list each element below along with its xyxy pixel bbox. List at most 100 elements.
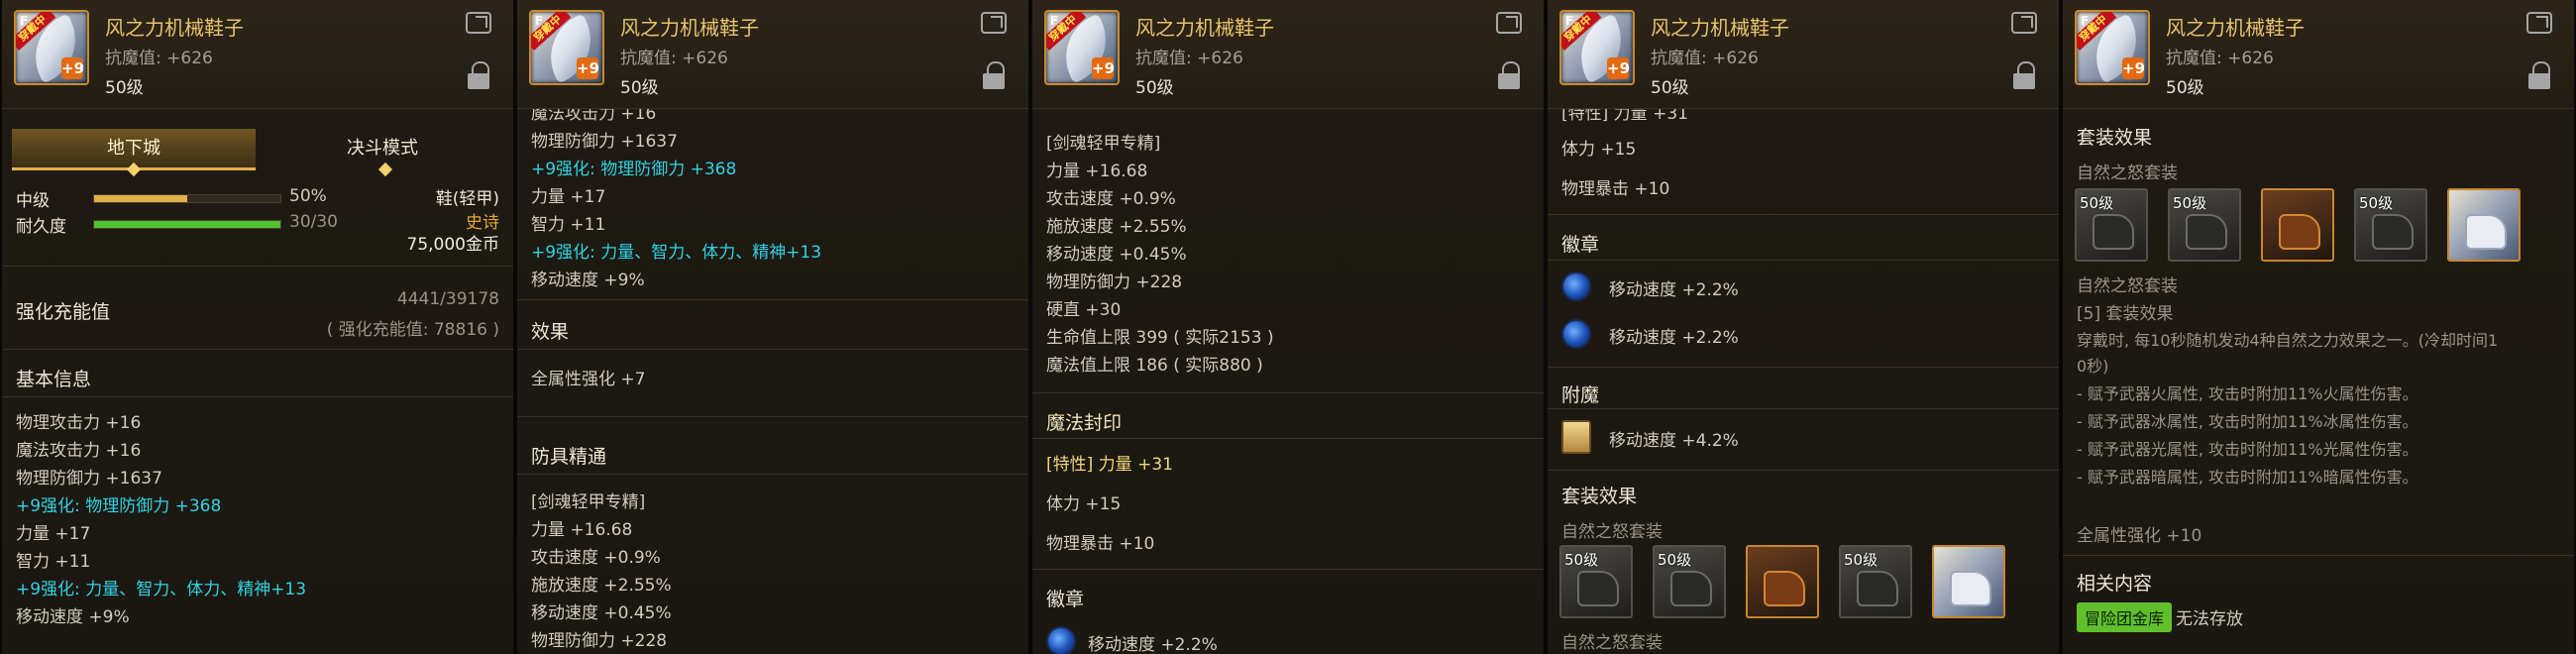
blue-emblem-icon	[1046, 626, 1076, 654]
magic-resist: 抗魔值: +626	[1135, 49, 1243, 68]
item-name: 风之力机械鞋子	[620, 16, 759, 40]
set-effect: - 赋予武器火属性, 攻击时附加11%火属性伤害。	[2077, 384, 2418, 403]
set-slot-armor[interactable]: 50级	[1653, 545, 1726, 618]
enchant-line: 移动速度 +4.2%	[1609, 431, 1739, 451]
set-desc: 穿戴时, 每10秒随机发动4种自然之力效果之一。(冷却时间1	[2077, 331, 2499, 350]
lock-icon[interactable]	[2528, 61, 2550, 89]
set-slot-belt[interactable]: 50级	[2354, 188, 2427, 262]
item-name: 风之力机械鞋子	[1135, 16, 1274, 40]
mastery-title: 防具精通	[531, 446, 607, 468]
mastery-tag: [剑魂轻甲专精]	[1046, 134, 1161, 154]
set-name-cut: 自然之怒套装	[1561, 633, 1663, 653]
stat-line: 物理暴击 +10	[1561, 179, 1670, 199]
grade-label: 中级	[16, 191, 50, 211]
set-title: 套装效果	[2077, 127, 2153, 149]
grade-bar	[93, 194, 281, 203]
set-slot-belt[interactable]: 50级	[1839, 545, 1912, 618]
mastery-line: 施放速度 +2.55%	[531, 576, 672, 596]
stat-line: 体力 +15	[1561, 140, 1637, 160]
mastery-line: 攻击速度 +0.9%	[531, 548, 661, 568]
all-attr-line: 全属性强化 +10	[2077, 526, 2202, 546]
emblem-line: 移动速度 +2.2%	[1609, 280, 1739, 300]
mastery-tag: [剑魂轻甲专精]	[531, 492, 646, 512]
set-slot-helmet[interactable]: 50级	[2075, 188, 2148, 262]
item-header: 穿戴中 F +9 风之力机械鞋子 抗魔值: +626 50级	[517, 0, 1028, 109]
mastery-line: 攻击速度 +0.9%	[1046, 189, 1176, 209]
share-icon[interactable]	[2526, 12, 2552, 34]
item-level: 50级	[620, 78, 659, 98]
set-name: 自然之怒套装	[1561, 522, 1663, 542]
durability-label: 耐久度	[16, 217, 66, 237]
charge-label: 强化充能值	[16, 301, 111, 323]
share-icon[interactable]	[981, 12, 1007, 34]
related-title: 相关内容	[2077, 573, 2153, 595]
set-title: 套装效果	[1561, 486, 1638, 507]
item-header: 穿戴中 F +9 风之力机械鞋子 抗魔值: +626 50级	[1032, 0, 1544, 109]
magic-resist: 抗魔值: +626	[105, 49, 213, 68]
item-price: 75,000金币	[406, 235, 499, 255]
item-level: 50级	[2166, 78, 2204, 98]
set-slot-gauntlet[interactable]	[2261, 188, 2334, 262]
lock-icon[interactable]	[1498, 61, 1520, 89]
set-effect: - 赋予武器暗属性, 攻击时附加11%暗属性伤害。	[2077, 468, 2418, 487]
item-level: 50级	[105, 78, 144, 98]
wing-boots-icon: 穿戴中 F +9	[1559, 10, 1635, 85]
emblem-line: 移动速度 +2.2%	[1088, 635, 1218, 654]
stat-line: 力量 +17	[16, 524, 91, 544]
set-slot-armor[interactable]: 50级	[2168, 188, 2241, 262]
account-storage-badge: 冒险团金库	[2077, 602, 2173, 632]
stat-line: 移动速度 +9%	[531, 271, 645, 290]
emblem-title: 徽章	[1561, 234, 1600, 256]
effect-title: 效果	[531, 321, 570, 343]
wing-boots-icon: 穿戴中 F +9	[14, 10, 89, 85]
seal-line: [特性] 力量 +31	[1046, 455, 1173, 475]
set-count: [5] 套装效果	[2077, 304, 2174, 324]
tooltip-panel-3: 穿戴中 F +9 风之力机械鞋子 抗魔值: +626 50级 [剑魂轻甲专精] 力量…	[1030, 0, 1546, 654]
lock-icon[interactable]	[983, 61, 1005, 89]
basic-info-title: 基本信息	[16, 369, 92, 390]
seal-title: 魔法封印	[1046, 412, 1123, 434]
share-icon[interactable]	[1496, 12, 1522, 34]
charge-sub: ( 强化充能值: 78816 )	[326, 320, 499, 340]
item-name: 风之力机械鞋子	[105, 16, 244, 40]
mastery-line: 物理防御力 +228	[1046, 272, 1183, 292]
tooltip-panel-4: 穿戴中 F +9 风之力机械鞋子 抗魔值: +626 50级 [特性] 力量 +31…	[1546, 0, 2061, 654]
seal-line: 体力 +15	[1046, 494, 1122, 514]
stat-line: 魔法攻击力 +16	[16, 441, 142, 461]
wing-boots-icon: 穿戴中 F +9	[529, 10, 604, 85]
share-icon[interactable]	[2011, 12, 2037, 34]
item-header: 穿戴中 F +9 风之力机械鞋子 抗魔值: +626 50级	[1548, 0, 2059, 109]
stat-line: 物理防御力 +1637	[531, 132, 678, 152]
set-name-2: 自然之怒套装	[2077, 276, 2178, 296]
stat-line: 智力 +11	[16, 552, 91, 572]
stat-line-enhance: +9强化: 力量、智力、体力、精神+13	[16, 580, 307, 600]
set-slot-gauntlet[interactable]	[1746, 545, 1819, 618]
set-slot-helmet[interactable]: 50级	[1559, 545, 1633, 618]
stat-line-enhance: +9强化: 力量、智力、体力、精神+13	[531, 243, 822, 263]
enchant-card-icon	[1561, 420, 1591, 454]
set-effect: - 赋予武器冰属性, 攻击时附加11%冰属性伤害。	[2077, 412, 2418, 431]
share-icon[interactable]	[466, 12, 491, 34]
stat-line: 物理攻击力 +16	[16, 413, 142, 433]
tooltip-strip: 穿戴中 F +9 风之力机械鞋子 抗魔值: +626 50级 地下城 决斗模式 中级…	[0, 0, 2576, 654]
stat-line: 移动速度 +9%	[16, 607, 130, 627]
stat-line: 力量 +17	[531, 187, 606, 207]
mastery-line: 移动速度 +0.45%	[531, 603, 672, 623]
mastery-line: 物理防御力 +228	[531, 631, 668, 651]
lock-icon[interactable]	[2013, 61, 2035, 89]
set-effect: - 赋予武器光属性, 攻击时附加11%光属性伤害。	[2077, 440, 2418, 459]
stat-line: 智力 +11	[531, 215, 606, 235]
set-slot-boots[interactable]	[2447, 188, 2521, 262]
magic-resist: 抗魔值: +626	[1651, 49, 1759, 68]
stat-line: 物理防御力 +1637	[16, 469, 162, 489]
item-header: 穿戴中 F +9 风之力机械鞋子 抗魔值: +626 50级	[2063, 0, 2574, 109]
set-slot-boots[interactable]	[1932, 545, 2005, 618]
lock-icon[interactable]	[468, 61, 489, 89]
mastery-line: 施放速度 +2.55%	[1046, 217, 1187, 237]
effect-line: 全属性强化 +7	[531, 370, 646, 389]
mastery-line: 生命值上限 399 ( 实际2153 )	[1046, 328, 1274, 348]
magic-resist: 抗魔值: +626	[620, 49, 728, 68]
durability-bar	[93, 220, 281, 229]
tooltip-panel-1: 穿戴中 F +9 风之力机械鞋子 抗魔值: +626 50级 地下城 决斗模式 中级…	[0, 0, 515, 654]
item-name: 风之力机械鞋子	[2166, 16, 2305, 40]
